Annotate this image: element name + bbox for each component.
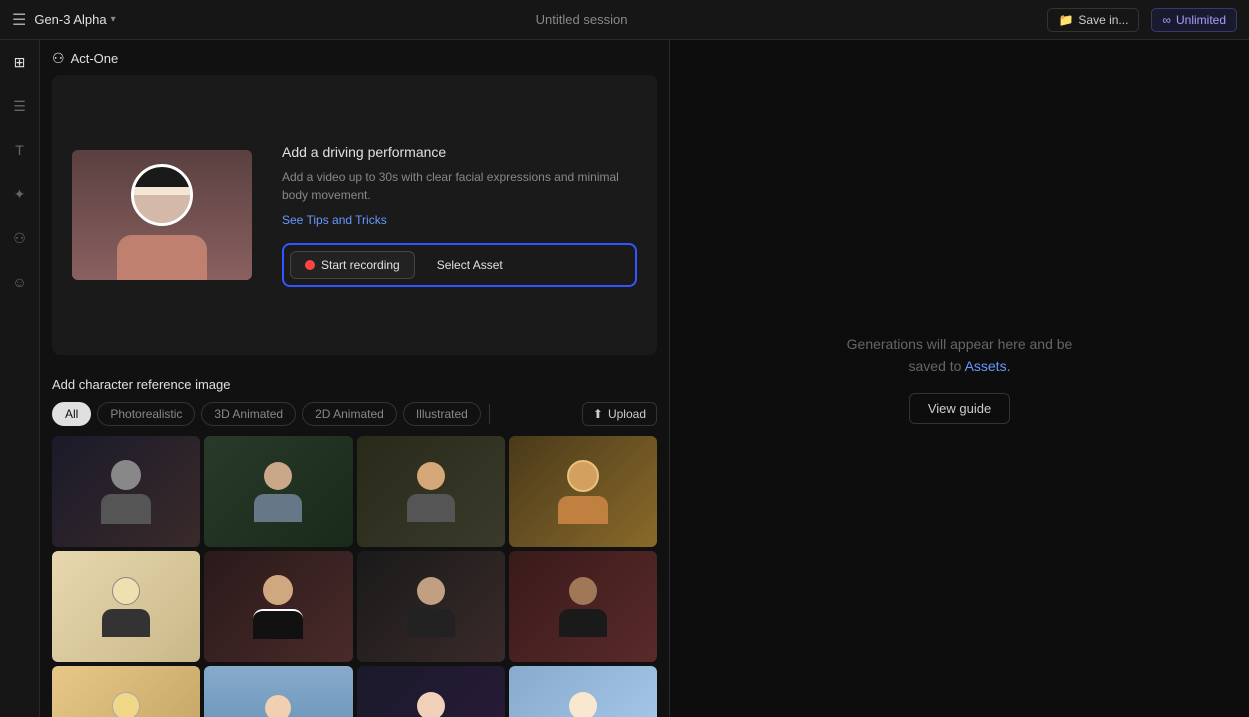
act-one-canvas: Add a driving performance Add a video up…: [52, 75, 657, 355]
grid-item-image: [357, 436, 505, 547]
start-recording-label: Start recording: [321, 258, 400, 272]
grid-item-image: [204, 666, 352, 717]
grid-item-image: [357, 666, 505, 717]
unlimited-badge: ∞ Unlimited: [1151, 8, 1237, 32]
driving-title: Add a driving performance: [282, 144, 637, 160]
icon-sidebar: ⊞ ☰ T ✦ ⚇ ☺: [0, 40, 40, 717]
grid-item-image: [204, 436, 352, 547]
save-button[interactable]: 📁 Save in...: [1047, 8, 1139, 32]
generations-text: Generations will appear here and besaved…: [847, 333, 1073, 378]
grid-icon-btn[interactable]: ⊞: [6, 48, 34, 76]
tab-photorealistic[interactable]: Photorealistic: [97, 402, 195, 426]
tab-illustrated[interactable]: Illustrated: [403, 402, 481, 426]
grid-item-image: [52, 551, 200, 662]
grid-item[interactable]: [509, 551, 657, 662]
act-one-label: Act-One: [71, 51, 119, 66]
upload-icon: ⬆: [593, 407, 603, 421]
tab-all[interactable]: All: [52, 402, 91, 426]
grid-item[interactable]: [509, 666, 657, 717]
app-name-label: Gen-3 Alpha: [34, 12, 106, 27]
unlimited-label: Unlimited: [1176, 13, 1226, 27]
grid-item[interactable]: [357, 666, 505, 717]
grid-item[interactable]: [509, 436, 657, 547]
grid-item[interactable]: [204, 551, 352, 662]
grid-item[interactable]: [204, 436, 352, 547]
driving-info: Add a driving performance Add a video up…: [282, 144, 637, 287]
grid-item[interactable]: [52, 551, 200, 662]
upload-label: Upload: [608, 407, 646, 421]
grid-item-image: [204, 551, 352, 662]
grid-item-image: [52, 436, 200, 547]
app-name-chevron: ▾: [111, 14, 116, 25]
menu-icon[interactable]: ☰: [12, 10, 26, 30]
left-panel: ⚇ Act-One: [40, 40, 670, 717]
action-buttons: Start recording Select Asset: [282, 243, 637, 287]
right-panel: Generations will appear here and besaved…: [670, 40, 1249, 717]
tab-2d-animated[interactable]: 2D Animated: [302, 402, 397, 426]
act-one-header: ⚇ Act-One: [52, 50, 657, 67]
video-preview: [72, 150, 252, 280]
session-title: Untitled session: [536, 12, 628, 27]
topbar-left: ☰ Gen-3 Alpha ▾: [12, 10, 116, 30]
char-ref-title: Add character reference image: [52, 377, 657, 392]
person-icon-btn[interactable]: ☺: [6, 268, 34, 296]
grid-item-image: [509, 551, 657, 662]
video-preview-inner: [72, 150, 252, 280]
image-grid: [52, 436, 657, 717]
act-one-person-icon: ⚇: [52, 50, 65, 67]
grid-item-image: [509, 436, 657, 547]
grid-item-image: [52, 666, 200, 717]
layers-icon-btn[interactable]: ☰: [6, 92, 34, 120]
grid-item-image: [357, 551, 505, 662]
save-label: Save in...: [1078, 13, 1128, 27]
select-asset-button[interactable]: Select Asset: [423, 251, 517, 279]
view-guide-button[interactable]: View guide: [909, 393, 1010, 424]
select-asset-label: Select Asset: [437, 258, 503, 272]
grid-item[interactable]: [52, 436, 200, 547]
grid-item-image: [509, 666, 657, 717]
tab-3d-animated[interactable]: 3D Animated: [201, 402, 296, 426]
topbar: ☰ Gen-3 Alpha ▾ Untitled session 📁 Save …: [0, 0, 1249, 40]
app-name-button[interactable]: Gen-3 Alpha ▾: [34, 12, 115, 27]
driving-desc: Add a video up to 30s with clear facial …: [282, 168, 637, 204]
main-layout: ⊞ ☰ T ✦ ⚇ ☺ ⚇ Act-One: [0, 40, 1249, 717]
filter-divider: [489, 404, 490, 424]
char-ref-section: Add character reference image All Photor…: [40, 365, 669, 717]
start-recording-button[interactable]: Start recording: [290, 251, 415, 279]
grid-item[interactable]: [204, 666, 352, 717]
record-dot-icon: [305, 260, 315, 270]
upload-button[interactable]: ⬆ Upload: [582, 402, 657, 426]
text-icon-btn[interactable]: T: [6, 136, 34, 164]
generations-desc: Generations will appear here and besaved…: [847, 336, 1073, 374]
assets-link[interactable]: Assets.: [965, 358, 1011, 374]
people-icon-btn[interactable]: ⚇: [6, 224, 34, 252]
folder-icon: 📁: [1058, 13, 1073, 27]
filter-tabs: All Photorealistic 3D Animated 2D Animat…: [52, 402, 657, 426]
topbar-right: 📁 Save in... ∞ Unlimited: [1047, 8, 1237, 32]
infinity-icon: ∞: [1162, 13, 1171, 27]
grid-item[interactable]: [52, 666, 200, 717]
tips-link[interactable]: See Tips and Tricks: [282, 213, 387, 227]
act-one-section: ⚇ Act-One: [40, 40, 669, 365]
grid-item[interactable]: [357, 436, 505, 547]
grid-item[interactable]: [357, 551, 505, 662]
wand-icon-btn[interactable]: ✦: [6, 180, 34, 208]
